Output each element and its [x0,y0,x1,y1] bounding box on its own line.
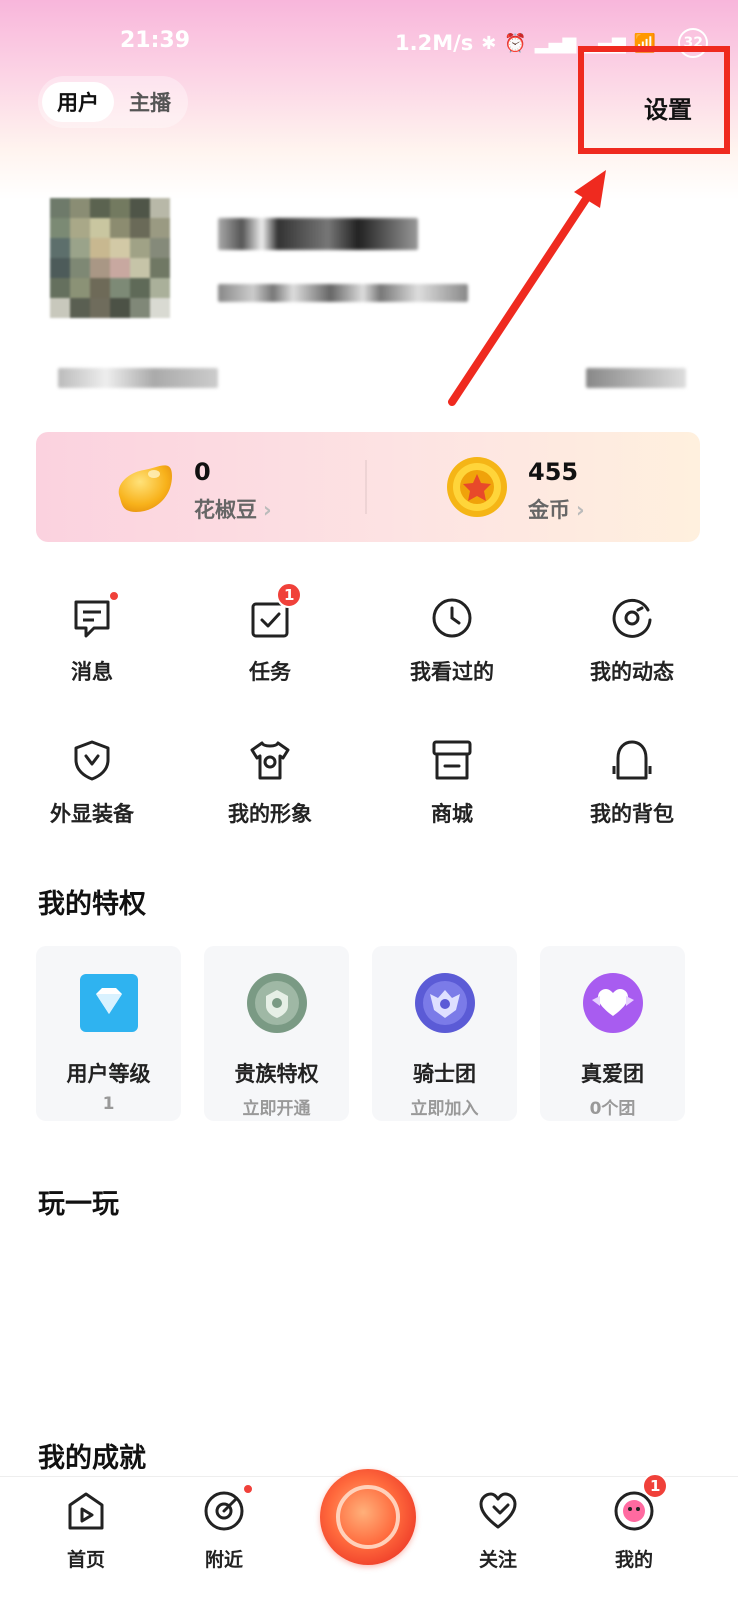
privilege-knights[interactable]: 骑士团 立即加入 [372,946,517,1121]
achievements-title: 我的成就 [38,1443,146,1474]
nav-label: 附近 [204,1549,243,1571]
nav-profile[interactable]: 1 我的 [584,1473,684,1572]
menu-avatar-style[interactable]: 我的形象 [178,738,362,828]
knight-emblem-icon [414,973,475,1033]
nav-home[interactable]: 首页 [36,1489,136,1572]
menu-backpack[interactable]: 我的背包 [540,738,724,828]
backpack-icon [610,738,654,782]
coins-label: 金币 › [528,498,585,522]
user-id-redacted [218,284,468,302]
store-icon [430,738,474,782]
menu-label: 我的形象 [228,802,312,826]
notification-dot [108,590,120,602]
menu-history[interactable]: 我看过的 [360,596,544,686]
wallet-divider [365,460,367,514]
nav-label: 我的 [614,1549,653,1571]
menu-label: 我的动态 [590,660,674,684]
menu-label: 外显装备 [50,802,134,826]
privilege-name: 用户等级 [66,1062,151,1086]
home-play-icon [64,1489,108,1533]
beans-balance[interactable]: 0 花椒豆 › [36,432,356,542]
settings-highlight-box: 设置 [578,46,730,154]
beans-value: 0 [194,458,211,486]
coins-balance[interactable]: 455 金币 › [370,432,690,542]
menu-label: 任务 [249,660,291,684]
moments-icon [610,596,654,640]
bottom-nav: 首页 附近 关注 1 我的 [0,1469,738,1600]
privilege-noble[interactable]: 贵族特权 立即开通 [204,946,349,1121]
privilege-sub: 立即开通 [242,1099,311,1119]
tshirt-icon [248,738,292,782]
message-icon [70,590,120,640]
heart-emblem-icon [582,973,643,1033]
chevron-right-icon: › [263,498,272,522]
coins-value: 455 [528,458,579,486]
role-switch: 用户 主播 [38,76,188,128]
menu-label: 商城 [431,802,473,826]
coin-icon [447,457,507,517]
chevron-right-icon: › [576,498,585,522]
menu-messages[interactable]: 消息 [0,590,184,686]
privilege-name: 真爱团 [581,1062,644,1086]
nav-nearby[interactable]: 附近 [174,1483,274,1572]
privilege-sub: 0个团 [589,1099,636,1119]
visitor-stats-redacted [586,368,686,388]
live-button-icon[interactable] [320,1469,416,1565]
nav-follow[interactable]: 关注 [448,1489,548,1572]
beans-label: 花椒豆 › [194,498,272,522]
menu-tasks[interactable]: 1 任务 [178,582,362,686]
alarm-icon: ⏰ [504,32,527,54]
settings-button[interactable]: 设置 [644,90,692,125]
privilege-sub: 立即加入 [410,1099,479,1119]
status-time: 21:39 [120,28,191,53]
privilege-fan-club[interactable]: 真爱团 0个团 [540,946,685,1121]
menu-label: 我的背包 [590,802,674,826]
tab-user[interactable]: 用户 [42,82,114,122]
tab-anchor[interactable]: 主播 [116,82,184,122]
follow-stats-redacted [58,368,218,388]
menu-moments[interactable]: 我的动态 [540,596,724,686]
play-title: 玩一玩 [38,1189,119,1220]
privilege-name: 骑士团 [413,1062,476,1086]
menu-equipment[interactable]: 外显装备 [0,738,184,828]
bluetooth-icon: ✱ [481,32,497,54]
privilege-name: 贵族特权 [234,1062,319,1086]
wallet-card: 0 花椒豆 › 455 金币 › [36,432,700,542]
nav-label: 关注 [478,1549,517,1571]
bean-icon [118,465,172,512]
profile-icon: 1 [612,1473,669,1533]
privileges-title: 我的特权 [38,889,146,920]
username-redacted [218,218,418,250]
menu-label: 消息 [71,660,113,684]
menu-label: 我看过的 [410,660,494,684]
profile-badge: 1 [642,1473,669,1499]
notification-dot [242,1483,254,1495]
nearby-icon [202,1483,254,1533]
shield-icon [70,738,114,782]
privilege-sub: 1 [102,1094,115,1114]
privilege-user-level[interactable]: 用户等级 1 [36,946,181,1121]
heart-icon [476,1489,520,1533]
clock-icon [430,596,474,640]
task-icon: 1 [248,582,303,640]
signal-icon: ▂▄▆ [534,32,577,54]
menu-store[interactable]: 商城 [360,738,544,828]
avatar[interactable] [50,198,170,318]
network-speed: 1.2M/s [395,31,474,55]
diamond-icon [79,974,138,1032]
noble-emblem-icon [246,973,307,1033]
task-badge: 1 [276,582,303,608]
nav-label: 首页 [66,1549,105,1571]
